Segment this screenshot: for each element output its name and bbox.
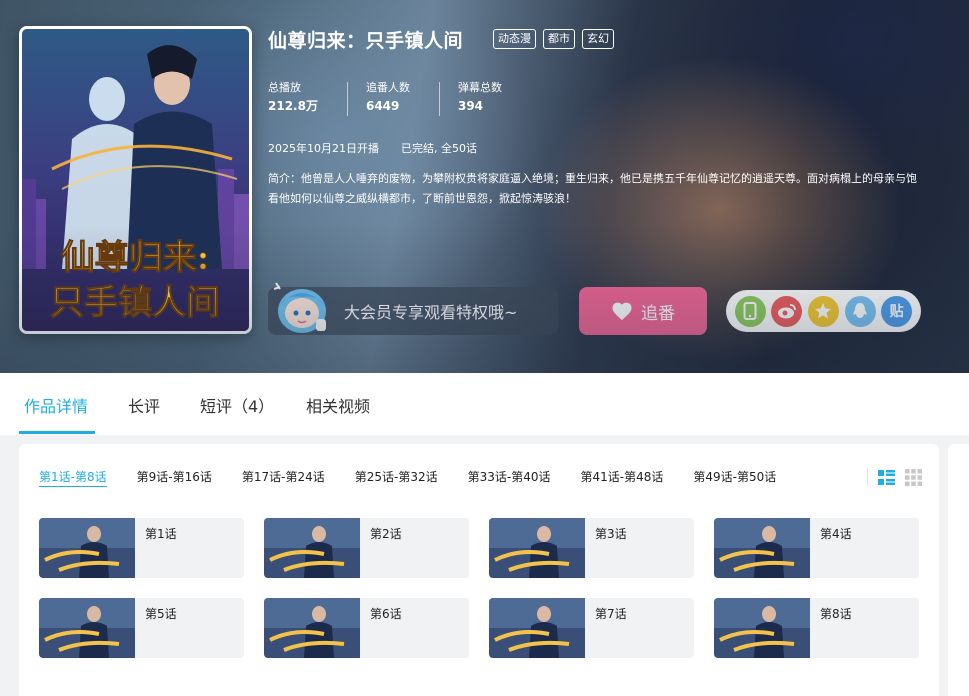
range-tab[interactable]: 第49话-第50话 xyxy=(693,468,776,487)
stat-label: 弹幕总数 xyxy=(457,81,502,94)
tab-related-videos[interactable]: 相关视频 xyxy=(306,393,370,417)
divider xyxy=(867,468,868,486)
episode-title: 第1话 xyxy=(145,527,177,541)
cover-title-line2: 只手镇人间 xyxy=(50,283,220,323)
episode-range-selector: 第1话-第8话 第9话-第16话 第17话-第24话 第25话-第32话 第33… xyxy=(39,468,806,487)
episode-thumbnail xyxy=(264,518,360,578)
hero-banner: 仙尊归来: 只手镇人间 仙尊归来：只手镇人间 动态漫 都市 玄幻 总播放 212… xyxy=(0,0,969,373)
range-tab[interactable]: 第25话-第32话 xyxy=(355,468,438,487)
tab-long-reviews[interactable]: 长评 xyxy=(128,393,160,417)
stat-total-plays: 总播放 212.8万 xyxy=(268,80,348,116)
stat-followers: 追番人数 6449 xyxy=(366,80,440,116)
episode-status: 已完结, 全50话 xyxy=(401,142,477,155)
follow-label: 追番 xyxy=(641,303,675,324)
episode-thumbnail xyxy=(489,518,585,578)
description-line: 看他如何以仙尊之威纵横都市，了断前世恩怨，掀起惊涛骇浪！ xyxy=(268,192,576,205)
episode-thumbnail xyxy=(489,598,585,658)
episode-thumbnail xyxy=(714,518,810,578)
episode-card[interactable]: 第7话 xyxy=(489,598,694,658)
tieba-glyph: 贴 xyxy=(889,304,904,320)
episode-card[interactable]: 第4话 xyxy=(714,518,919,578)
stat-value: 394 xyxy=(457,99,484,113)
episode-card[interactable]: 第6话 xyxy=(264,598,469,658)
episode-card[interactable]: 第5话 xyxy=(39,598,244,658)
phone-icon[interactable] xyxy=(734,295,766,327)
episode-title: 第6话 xyxy=(370,607,402,621)
tab-short-reviews[interactable]: 短评（4） xyxy=(200,393,274,417)
episode-card[interactable]: 第8话 xyxy=(714,598,919,658)
episode-card[interactable]: 第2话 xyxy=(264,518,469,578)
follow-button[interactable]: 追番 xyxy=(579,287,707,335)
stat-danmaku: 弹幕总数 394 xyxy=(458,80,532,116)
episode-thumbnail xyxy=(714,598,810,658)
stat-value: 212.8万 xyxy=(268,99,318,113)
weibo-icon[interactable] xyxy=(771,295,803,327)
vip-notice[interactable]: 大会员专享观看特权哦~ xyxy=(268,282,558,335)
stats-row: 总播放 212.8万 追番人数 6449 弹幕总数 394 xyxy=(268,80,550,116)
range-tab[interactable]: 第1话-第8话 xyxy=(39,468,107,487)
cover-title-line1: 仙尊归来: xyxy=(61,238,210,278)
view-toggle xyxy=(867,468,922,486)
qq-icon[interactable] xyxy=(844,295,876,327)
grid-view-icon[interactable] xyxy=(905,468,922,486)
tieba-icon[interactable]: 贴 xyxy=(881,295,913,327)
episode-thumbnail xyxy=(39,518,135,578)
episode-thumbnail xyxy=(39,598,135,658)
premiere-date: 2025年10月21日开播 xyxy=(268,142,379,155)
episode-title: 第5话 xyxy=(145,607,177,621)
description-line: 简介：他曾是人人唾弃的废物，为攀附权贵将家庭逼入绝境；重生归来，他已是携五千年仙… xyxy=(268,172,917,185)
show-title: 仙尊归来：只手镇人间 xyxy=(268,30,464,52)
tab-bar: 作品详情 长评 短评（4） 相关视频 xyxy=(0,373,969,435)
tag-item[interactable]: 玄幻 xyxy=(582,29,614,49)
episode-title: 第3话 xyxy=(595,527,627,541)
range-tab[interactable]: 第17话-第24话 xyxy=(242,468,325,487)
cover-art: 仙尊归来: 只手镇人间 xyxy=(22,29,249,331)
episode-title: 第7话 xyxy=(595,607,627,621)
range-tab[interactable]: 第9话-第16话 xyxy=(137,468,212,487)
list-view-icon[interactable] xyxy=(878,469,895,486)
stat-value: 6449 xyxy=(365,99,400,113)
range-tab[interactable]: 第41话-第48话 xyxy=(580,468,663,487)
stat-label: 总播放 xyxy=(268,81,301,94)
side-panel xyxy=(948,444,969,696)
description: 简介：他曾是人人唾弃的废物，为攀附权贵将家庭逼入绝境；重生归来，他已是携五千年仙… xyxy=(268,169,969,211)
episode-panel: 第1话-第8话 第9话-第16话 第17话-第24话 第25话-第32话 第33… xyxy=(19,444,939,696)
tag-item[interactable]: 都市 xyxy=(543,29,575,49)
episode-title: 第4话 xyxy=(820,527,852,541)
episode-card[interactable]: 第1话 xyxy=(39,518,244,578)
share-bar: 贴 xyxy=(726,290,921,332)
tab-details[interactable]: 作品详情 xyxy=(24,393,88,417)
mascot-icon xyxy=(273,282,326,333)
episode-card[interactable]: 第3话 xyxy=(489,518,694,578)
active-tab-indicator xyxy=(19,431,95,434)
episode-title: 第8话 xyxy=(820,607,852,621)
meta-row: 2025年10月21日开播 已完结, 全50话 xyxy=(268,140,477,156)
episode-title: 第2话 xyxy=(370,527,402,541)
vip-text: 大会员专享观看特权哦~ xyxy=(344,303,518,322)
range-tab[interactable]: 第33话-第40话 xyxy=(468,468,551,487)
tag-item[interactable]: 动态漫 xyxy=(493,29,536,49)
stat-label: 追番人数 xyxy=(365,81,410,94)
episode-thumbnail xyxy=(264,598,360,658)
genre-tags: 动态漫 都市 玄幻 xyxy=(493,29,614,49)
heart-icon xyxy=(612,302,632,321)
qzone-icon[interactable] xyxy=(807,295,839,327)
episode-grid: 第1话 第2话 第3话 第4话 第5话 第6话 第7话 第8话 xyxy=(39,518,919,658)
cover-image[interactable]: 仙尊归来: 只手镇人间 xyxy=(19,26,252,334)
